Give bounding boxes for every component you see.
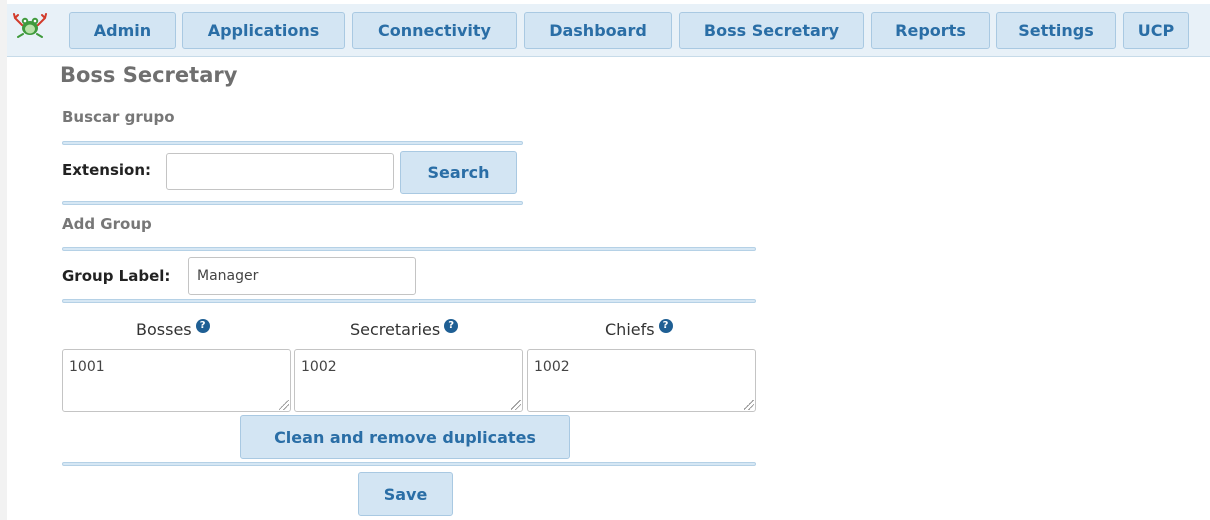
save-button[interactable]: Save — [358, 472, 453, 516]
extension-label: Extension: — [62, 161, 151, 179]
top-nav-bar: Admin Applications Connectivity Dashboar… — [7, 4, 1210, 57]
nav-connectivity[interactable]: Connectivity — [352, 12, 517, 49]
nav-dashboard[interactable]: Dashboard — [524, 12, 672, 49]
nav-reports[interactable]: Reports — [871, 12, 990, 49]
nav-applications[interactable]: Applications — [182, 12, 345, 49]
divider — [62, 299, 756, 303]
bosses-header-label: Bosses — [136, 320, 192, 339]
chiefs-header: Chiefs ? — [605, 318, 673, 339]
divider — [62, 247, 756, 251]
nav-ucp[interactable]: UCP — [1123, 12, 1189, 49]
nav-settings[interactable]: Settings — [996, 12, 1116, 49]
secretaries-header: Secretaries ? — [350, 318, 459, 339]
chiefs-header-label: Chiefs — [605, 320, 655, 339]
secretaries-textarea[interactable]: 1002 — [294, 349, 523, 412]
group-label-label: Group Label: — [62, 267, 171, 285]
nav-boss-secretary[interactable]: Boss Secretary — [679, 12, 864, 49]
page-title: Boss Secretary — [60, 63, 238, 87]
extension-input[interactable] — [166, 153, 394, 190]
secretaries-header-label: Secretaries — [350, 320, 441, 339]
help-icon[interactable]: ? — [658, 318, 673, 333]
search-button[interactable]: Search — [400, 151, 517, 194]
help-icon[interactable]: ? — [195, 318, 210, 333]
frog-logo-icon[interactable] — [13, 12, 47, 38]
search-section-title: Buscar grupo — [62, 108, 175, 126]
chiefs-textarea[interactable]: 1002 — [527, 349, 756, 412]
nav-admin[interactable]: Admin — [69, 12, 176, 49]
divider — [62, 141, 523, 145]
divider — [62, 201, 523, 205]
help-icon[interactable]: ? — [444, 318, 459, 333]
left-gutter — [0, 0, 7, 520]
bosses-textarea[interactable]: 1001 — [62, 349, 291, 412]
add-group-section-title: Add Group — [62, 215, 152, 233]
group-label-input[interactable] — [188, 257, 416, 295]
bosses-header: Bosses ? — [136, 318, 210, 339]
clean-duplicates-button[interactable]: Clean and remove duplicates — [240, 415, 570, 459]
divider — [62, 462, 756, 466]
